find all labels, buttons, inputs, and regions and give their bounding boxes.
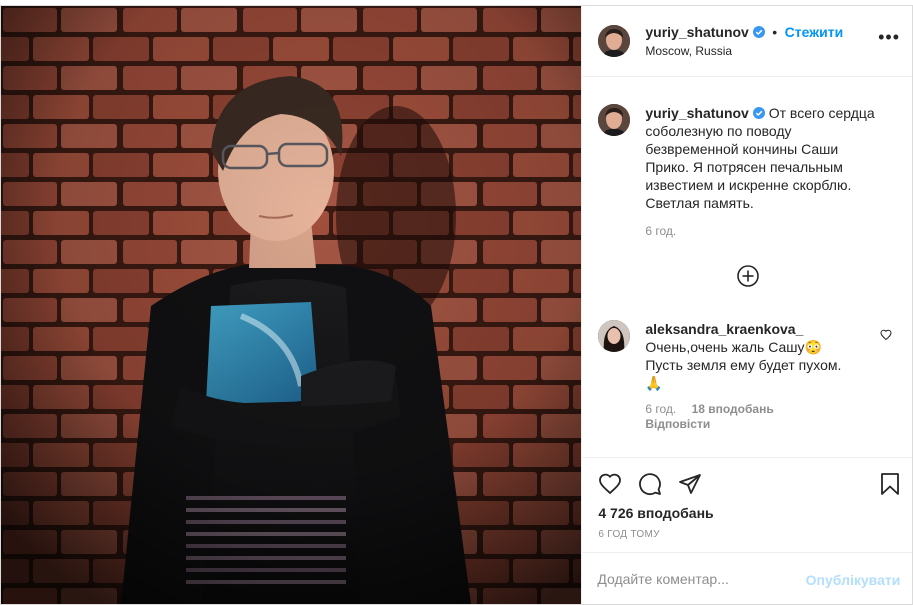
brick-wall-portrait-image [1, 6, 582, 604]
add-comment-bar: Опублікувати [582, 552, 913, 605]
caption-username[interactable]: yuriy_shatunov [645, 105, 748, 121]
comment-text: 🙏 [645, 375, 663, 391]
caption: yuriy_shatunov От всего сердца соболезну… [645, 104, 900, 238]
post-photo[interactable] [1, 6, 582, 604]
comment-icon[interactable] [638, 472, 662, 496]
verified-badge-icon [752, 107, 765, 119]
avatar-image [598, 320, 631, 352]
caption-line: yuriy_shatunov От всего сердца [645, 104, 900, 122]
instagram-post: yuriy_shatunov • Стежити Moscow, Russia … [0, 5, 913, 605]
post-header: yuriy_shatunov • Стежити Moscow, Russia … [582, 6, 912, 77]
paper-plane-icon[interactable] [678, 472, 702, 496]
caption-author-avatar[interactable] [598, 104, 631, 136]
comment-text: Пусть земля ему будет пухом. [645, 357, 842, 373]
bookmark-icon[interactable] [878, 472, 902, 496]
author-avatar[interactable] [598, 25, 631, 57]
comment-text: Очень,очень жаль Сашу😳 [645, 339, 822, 355]
verified-badge-icon [752, 26, 765, 38]
comment-meta: 6 год. 18 вподобань [645, 402, 875, 416]
comment-item: aleksandra_kraenkova_ Очень,очень жаль С… [645, 320, 875, 431]
comment-like-heart-icon[interactable] [880, 329, 892, 341]
caption-text: Светлая память. [645, 195, 754, 211]
comment-time[interactable]: 6 год. [645, 402, 676, 416]
heart-icon[interactable] [598, 472, 622, 496]
follow-button[interactable]: Стежити [785, 24, 844, 40]
comments-section: yuriy_shatunov От всего сердца соболезну… [582, 77, 912, 457]
posted-time[interactable]: 6 год тому [598, 529, 659, 540]
author-username[interactable]: yuriy_shatunov [645, 24, 748, 40]
publish-button[interactable]: Опублікувати [806, 572, 901, 588]
caption-text: известием и искренне скорблю. [645, 177, 852, 193]
post-location[interactable]: Moscow, Russia [645, 44, 732, 58]
comment-username[interactable]: aleksandra_kraenkova_ [645, 320, 875, 338]
post-actions: 4 726 вподобань 6 год тому [582, 457, 913, 559]
caption-text: От всего сердца [768, 105, 875, 121]
commenter-avatar[interactable] [598, 320, 631, 352]
header-title-row: yuriy_shatunov • Стежити [645, 24, 843, 42]
avatar-image [598, 104, 631, 136]
caption-time[interactable]: 6 год. [645, 224, 900, 238]
reply-button[interactable]: Відповісти [645, 417, 875, 431]
header-separator: • [772, 24, 778, 40]
comment-input[interactable] [597, 571, 798, 587]
caption-text: безвременной кончины Саши [645, 141, 839, 157]
likes-count[interactable]: 4 726 вподобань [598, 505, 713, 521]
caption-text: соболезную по поводу [645, 123, 792, 139]
plus-circle-icon[interactable] [737, 265, 760, 287]
post-side-panel: yuriy_shatunov • Стежити Moscow, Russia … [581, 6, 913, 605]
comment-likes[interactable]: 18 вподобань [692, 402, 774, 416]
caption-text: Прико. Я потрясен печальным [645, 159, 843, 175]
avatar-image [598, 25, 631, 57]
more-horizontal-icon[interactable]: ••• [878, 28, 900, 46]
